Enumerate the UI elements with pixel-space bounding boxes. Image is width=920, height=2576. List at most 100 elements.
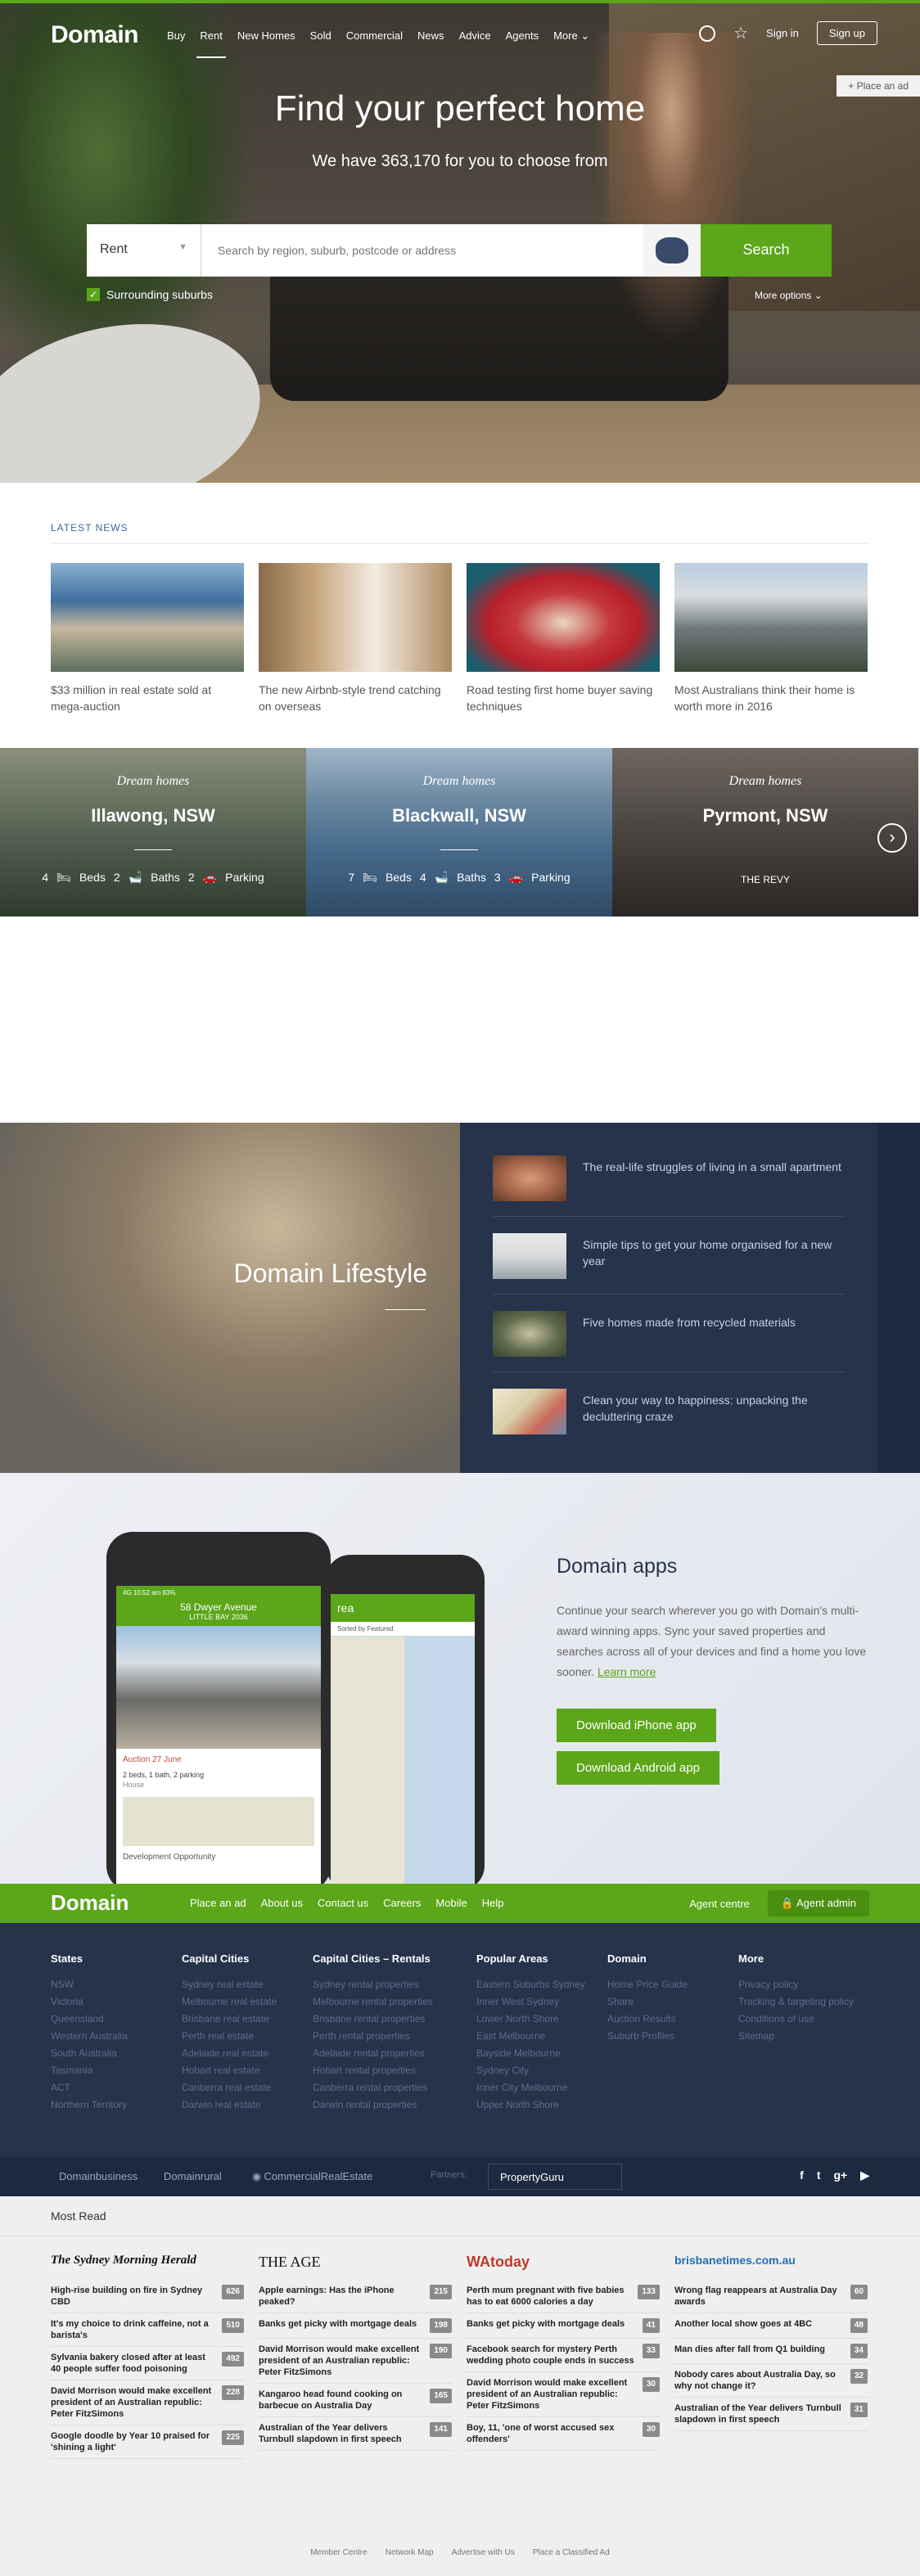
nav-link-news[interactable]: News [417, 29, 444, 43]
footer-link[interactable]: Canberra rental properties [313, 2079, 433, 2096]
article-title[interactable]: David Morrison would make excellent pres… [467, 2377, 636, 2412]
most-read-item[interactable]: Australian of the Year delivers Turnbull… [259, 2417, 452, 2451]
publication-logo[interactable]: WAtoday [467, 2254, 660, 2280]
star-icon[interactable]: ☆ [733, 23, 748, 43]
footer-link[interactable]: South Australia [51, 2045, 128, 2062]
footer-link[interactable]: Sydney rental properties [313, 1976, 433, 1993]
article-title[interactable]: Australian of the Year delivers Turnbull… [259, 2422, 423, 2445]
publication-logo[interactable]: brisbanetimes.com.au [674, 2254, 868, 2280]
article-title[interactable]: Banks get picky with mortgage deals [259, 2318, 417, 2333]
nav-link-advice[interactable]: Advice [459, 29, 491, 43]
footer-link[interactable]: Brisbane real estate [182, 2011, 277, 2028]
footer-link[interactable]: Victoria [51, 1993, 128, 2011]
article-title[interactable]: Apple earnings: Has the iPhone peaked? [259, 2285, 423, 2308]
footer-link[interactable]: Auction Results [607, 2011, 688, 2028]
agent-admin-button[interactable]: 🔒 Agent admin [767, 1890, 869, 1916]
news-item[interactable]: Most Australians think their home is wor… [674, 563, 868, 714]
footer-link[interactable]: Eastern Suburbs Sydney [476, 1976, 585, 1993]
nav-link-commercial[interactable]: Commercial [346, 29, 403, 43]
article-title[interactable]: Simple tips to get your home organised f… [583, 1236, 845, 1269]
footer-link-contact[interactable]: Contact us [318, 1897, 368, 1909]
download-iphone-button[interactable]: Download iPhone app [557, 1709, 716, 1742]
footer-link[interactable]: Suburb Profiles [607, 2028, 688, 2045]
most-read-item[interactable]: Banks get picky with mortgage deals 198 [259, 2313, 452, 2339]
nav-link-buy[interactable]: Buy [167, 29, 185, 43]
more-options-link[interactable]: More options ⌄ [755, 290, 823, 301]
lifestyle-banner[interactable]: Domain Lifestyle [0, 1123, 460, 1473]
surrounding-suburbs-option[interactable]: ✓ Surrounding suburbs [87, 288, 213, 301]
footer-link[interactable]: Share [607, 1993, 688, 2011]
lifestyle-article[interactable]: The real-life struggles of living in a s… [493, 1139, 845, 1217]
brand-commercial-real-estate[interactable]: ◉ CommercialRealEstate [252, 2170, 372, 2183]
footer-link[interactable]: Darwin real estate [182, 2096, 277, 2114]
footer-link[interactable]: NSW [51, 1976, 128, 1993]
most-read-item[interactable]: It's my choice to drink caffeine, not a … [51, 2313, 244, 2347]
article-title[interactable]: David Morrison would make excellent pres… [259, 2344, 423, 2378]
footer-link[interactable]: Perth rental properties [313, 2028, 433, 2045]
footer-link[interactable]: Tasmania [51, 2062, 128, 2079]
footer-link[interactable]: Darwin rental properties [313, 2096, 433, 2114]
footer-link[interactable]: Canberra real estate [182, 2079, 277, 2096]
news-image[interactable] [51, 563, 244, 672]
footer-link[interactable]: Inner City Melbourne [476, 2079, 585, 2096]
most-read-item[interactable]: Boy, 11, 'one of worst accused sex offen… [467, 2417, 660, 2451]
footer-link[interactable]: Hobart real estate [182, 2062, 277, 2079]
footer-logo[interactable]: Domain [51, 1890, 129, 1916]
network-map-link[interactable]: Network Map [386, 2548, 434, 2557]
lifestyle-article[interactable]: Five homes made from recycled materials [493, 1295, 845, 1372]
google-plus-icon[interactable]: g+ [833, 2168, 847, 2182]
article-title[interactable]: Google doodle by Year 10 praised for 'sh… [51, 2430, 215, 2453]
article-thumbnail[interactable] [493, 1155, 566, 1201]
dream-home-card[interactable]: Dream homes Blackwall, NSW 7 🛏 Beds 4 🛁 Bath… [306, 748, 612, 916]
most-read-item[interactable]: High-rise building on fire in Sydney CBD… [51, 2280, 244, 2313]
most-read-item[interactable]: Sylvania bakery closed after at least 40… [51, 2347, 244, 2380]
footer-link-place-ad[interactable]: Place an ad [190, 1897, 246, 1909]
footer-link-about[interactable]: About us [261, 1897, 303, 1909]
sign-in-link[interactable]: Sign in [766, 27, 799, 39]
most-read-item[interactable]: Nobody cares about Australia Day, so why… [674, 2364, 868, 2398]
search-button[interactable]: Search [701, 224, 832, 277]
news-image[interactable] [674, 563, 868, 672]
advertise-link[interactable]: Advertise with Us [452, 2548, 515, 2557]
news-title[interactable]: Road testing first home buyer saving tec… [467, 682, 660, 714]
footer-link[interactable]: Home Price Guide [607, 1976, 688, 1993]
classified-ad-link[interactable]: Place a Classified Ad [533, 2548, 610, 2557]
dream-home-card[interactable]: Dream homes Illawong, NSW 4 🛏 Beds 2 🛁 Baths… [0, 748, 306, 916]
footer-link[interactable]: Sitemap [738, 2028, 854, 2045]
dream-home-card[interactable]: Dream homes Pyrmont, NSW THE REVY [612, 748, 918, 916]
most-read-item[interactable]: Facebook search for mystery Perth weddin… [467, 2339, 660, 2372]
footer-link[interactable]: Sydney City [476, 2062, 585, 2079]
footer-link[interactable]: Adelaide real estate [182, 2045, 277, 2062]
footer-link[interactable]: Melbourne real estate [182, 1993, 277, 2011]
most-read-item[interactable]: David Morrison would make excellent pres… [51, 2380, 244, 2425]
twitter-icon[interactable]: t [817, 2168, 821, 2182]
nav-link-rent[interactable]: Rent [196, 29, 227, 58]
article-title[interactable]: Another local show goes at 4BC [674, 2318, 812, 2333]
article-title[interactable]: Sylvania bakery closed after at least 40… [51, 2352, 215, 2375]
footer-link[interactable]: Sydney real estate [182, 1976, 277, 1993]
agent-centre-link[interactable]: Agent centre [689, 1898, 750, 1910]
footer-link[interactable]: Melbourne rental properties [313, 1993, 433, 2011]
lifestyle-article[interactable]: Simple tips to get your home organised f… [493, 1217, 845, 1295]
article-title[interactable]: High-rise building on fire in Sydney CBD [51, 2285, 215, 2308]
footer-link[interactable]: Upper North Shore [476, 2096, 585, 2114]
article-title[interactable]: David Morrison would make excellent pres… [51, 2385, 215, 2420]
news-item[interactable]: The new Airbnb-style trend catching on o… [259, 563, 452, 714]
article-title[interactable]: Perth mum pregnant with five babies has … [467, 2285, 631, 2308]
sign-up-button[interactable]: Sign up [816, 21, 877, 45]
news-item[interactable]: Road testing first home buyer saving tec… [467, 563, 660, 714]
notification-icon[interactable] [699, 25, 716, 42]
footer-link[interactable]: Northern Territory [51, 2096, 128, 2114]
news-title[interactable]: $33 million in real estate sold at mega-… [51, 682, 244, 714]
footer-link[interactable]: Bayside Melbourne [476, 2045, 585, 2062]
footer-link-help[interactable]: Help [482, 1897, 504, 1909]
footer-link[interactable]: ACT [51, 2079, 128, 2096]
most-read-item[interactable]: Apple earnings: Has the iPhone peaked? 21… [259, 2280, 452, 2313]
article-title[interactable]: It's my choice to drink caffeine, not a … [51, 2318, 215, 2341]
brand-domain-business[interactable]: Domainbusiness [59, 2170, 138, 2182]
search-input[interactable] [201, 224, 643, 277]
facebook-icon[interactable]: f [800, 2168, 804, 2182]
news-title[interactable]: Most Australians think their home is wor… [674, 682, 868, 714]
article-title[interactable]: Kangaroo head found cooking on barbecue … [259, 2389, 423, 2412]
article-title[interactable]: Boy, 11, 'one of worst accused sex offen… [467, 2422, 636, 2445]
